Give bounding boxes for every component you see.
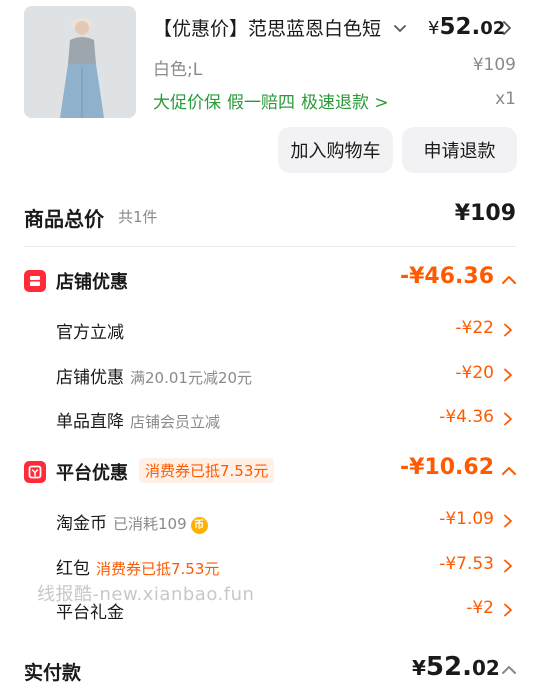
line-label: 平台礼金: [56, 603, 124, 623]
service-price-protect: 大促价保: [153, 93, 221, 113]
chevron-right-icon[interactable]: [503, 559, 513, 573]
store-discount-title: 店铺优惠: [56, 272, 128, 293]
chevron-up-icon[interactable]: [500, 662, 518, 678]
service-fake-compensation: 假一赔四: [227, 93, 295, 113]
price-currency: ¥: [428, 18, 440, 39]
product-thumbnail[interactable]: [24, 6, 136, 118]
divider: [24, 246, 516, 247]
product-row[interactable]: 【优惠价】范思蓝恩白色短 ¥52.02 白色;L ¥109 大促价保 假一赔四 极速…: [0, 0, 540, 125]
chevron-up-icon[interactable]: [500, 272, 518, 288]
chevron-right-icon[interactable]: [503, 514, 513, 528]
line-label: 店铺优惠: [56, 368, 124, 388]
line-amount: -¥1.09: [439, 509, 494, 529]
line-sub: 已消耗109: [113, 515, 187, 533]
chevron-right-icon[interactable]: [503, 368, 513, 382]
price-integer: 52.: [439, 14, 481, 40]
discount-line-platform-gift[interactable]: 平台礼金 -¥2: [0, 594, 540, 624]
payment-amount: ¥52.02: [412, 652, 500, 682]
product-quantity: x1: [495, 89, 516, 109]
platform-discount-amount: -¥10.62: [399, 455, 494, 480]
payment-integer: 52.: [425, 652, 472, 682]
line-amount: -¥22: [455, 318, 494, 338]
coin-icon: 币: [190, 517, 208, 534]
original-price: ¥109: [472, 55, 516, 75]
line-label: 官方立减: [56, 323, 124, 343]
line-label: 红包: [56, 559, 90, 579]
platform-icon: [24, 461, 46, 483]
platform-discount-title: 平台优惠: [56, 463, 128, 484]
store-icon: [24, 270, 46, 292]
discount-line-red-packet[interactable]: 红包 消费券已抵7.53元 -¥7.53: [0, 550, 540, 580]
line-sub: 满20.01元减20元: [130, 369, 253, 387]
total-label: 商品总价: [24, 207, 104, 231]
product-title[interactable]: 【优惠价】范思蓝恩白色短: [153, 16, 385, 42]
voucher-badge: 消费券已抵7.53元: [139, 458, 275, 483]
chevron-right-icon[interactable]: [503, 323, 513, 337]
line-amount: -¥7.53: [439, 554, 494, 574]
chevron-down-icon[interactable]: [392, 21, 408, 37]
line-amount: -¥20: [455, 363, 494, 383]
payment-currency: ¥: [412, 656, 426, 680]
discount-line-single-item[interactable]: 单品直降 店铺会员立减 -¥4.36: [0, 403, 540, 433]
service-fast-refund[interactable]: 极速退款 >: [301, 93, 389, 113]
line-sub: 店铺会员立减: [130, 413, 221, 431]
line-sub: 消费券已抵7.53元: [96, 560, 220, 578]
line-label: 单品直降: [56, 412, 124, 432]
total-price: ¥109: [454, 201, 516, 226]
chevron-up-icon[interactable]: [500, 463, 518, 479]
line-amount: -¥2: [466, 598, 494, 618]
product-price: ¥52.02: [428, 14, 505, 40]
payment-decimal: 02: [471, 656, 500, 680]
chevron-right-icon[interactable]: [500, 20, 514, 36]
add-to-cart-button[interactable]: 加入购物车: [278, 127, 393, 173]
product-sku: 白色;L: [153, 60, 203, 80]
discount-line-store[interactable]: 店铺优惠 满20.01元减20元 -¥20: [0, 359, 540, 389]
chevron-right-icon[interactable]: [503, 412, 513, 426]
request-refund-button[interactable]: 申请退款: [402, 127, 517, 173]
store-discount-header[interactable]: 店铺优惠 -¥46.36: [0, 264, 540, 300]
product-total-row: 商品总价 共1件 ¥109: [24, 192, 516, 240]
line-amount: -¥4.36: [439, 407, 494, 427]
platform-discount-header[interactable]: 平台优惠 消费券已抵7.53元 -¥10.62: [0, 455, 540, 491]
actual-payment-row[interactable]: 实付款 ¥52.02: [0, 648, 540, 692]
service-tags[interactable]: 大促价保 假一赔四 极速退款 >: [153, 88, 395, 113]
discount-line-taojinbi[interactable]: 淘金币 已消耗109 币 -¥1.09: [0, 505, 540, 535]
discount-line-official[interactable]: 官方立减 -¥22: [0, 314, 540, 344]
payment-label: 实付款: [24, 662, 82, 684]
line-label: 淘金币: [56, 514, 107, 534]
item-count: 共1件: [118, 208, 158, 226]
chevron-right-icon[interactable]: [503, 603, 513, 617]
store-discount-amount: -¥46.36: [399, 264, 494, 289]
